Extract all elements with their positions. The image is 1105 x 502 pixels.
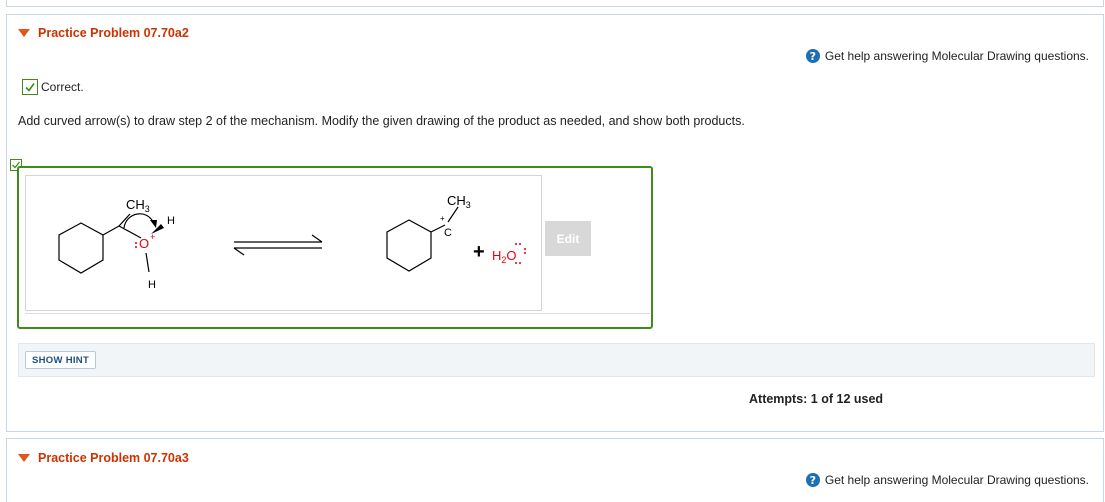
reactant-oxygen-charge: + xyxy=(150,232,155,242)
product-carbon-charge: + xyxy=(440,214,445,223)
reactant-oxygen-label: O xyxy=(139,236,149,251)
help-icon: ? xyxy=(805,49,820,63)
hint-bar: SHOW HINT xyxy=(18,343,1095,377)
question-instructions: Add curved arrow(s) to draw step 2 of th… xyxy=(18,114,745,128)
mechanism-drawing: CH3 O + H H C + CH3 + H2O xyxy=(58,193,526,291)
drawing-canvas[interactable]: CH3 O + H H C + CH3 + H2O xyxy=(25,175,542,311)
previous-panel-edge xyxy=(6,0,1104,7)
help-link[interactable]: ? Get help answering Molecular Drawing q… xyxy=(805,473,1089,487)
equilibrium-forward-head xyxy=(311,234,323,243)
problem-panel-07-70a2: Practice Problem 07.70a2 ? Get help answ… xyxy=(6,14,1104,432)
product-methyl-label: CH3 xyxy=(447,193,471,210)
equilibrium-reverse-head xyxy=(233,247,245,256)
reactant-c-o-bond xyxy=(118,225,142,239)
help-icon: ? xyxy=(805,473,820,487)
attempts-counter: Attempts: 1 of 12 used xyxy=(749,392,884,406)
help-link-text: Get help answering Molecular Drawing que… xyxy=(824,473,1089,487)
product-carbon-label: C xyxy=(444,227,452,239)
problem-title-07-70a3[interactable]: Practice Problem 07.70a3 xyxy=(18,451,189,465)
canvas-divider xyxy=(25,311,650,314)
curved-arrow-head xyxy=(150,220,157,228)
problem-panel-07-70a3: Practice Problem 07.70a3 ? Get help answ… xyxy=(6,438,1104,502)
product-methyl-bond xyxy=(447,206,459,223)
expand-triangle-icon xyxy=(18,454,30,462)
check-icon xyxy=(22,79,38,95)
lone-pair-dot xyxy=(515,243,517,245)
lone-pair-dot xyxy=(515,262,517,264)
show-hint-button[interactable]: SHOW HINT xyxy=(25,351,97,369)
help-link-text: Get help answering Molecular Drawing que… xyxy=(824,49,1089,63)
lone-pair-dot xyxy=(135,242,137,244)
reactant-ring-bond xyxy=(102,225,120,236)
lone-pair-dot xyxy=(135,246,137,248)
reactant-h-bottom-label: H xyxy=(148,279,156,291)
reactant-o-h-bond xyxy=(145,252,150,273)
lone-pair-dot xyxy=(519,262,521,264)
product-ring-bond xyxy=(430,224,446,233)
reactant-cyclohexane-ring xyxy=(58,222,104,274)
problem-title-text: Practice Problem 07.70a3 xyxy=(38,451,189,465)
edit-button[interactable]: Edit xyxy=(545,221,591,256)
lone-pair-dot xyxy=(519,243,521,245)
reactant-wedge-bond xyxy=(151,224,164,234)
correct-status-text: Correct. xyxy=(41,80,84,94)
problem-title-text: Practice Problem 07.70a2 xyxy=(38,26,189,40)
reactant-h-top-label: H xyxy=(167,215,175,227)
reactant-methyl-label: CH3 xyxy=(126,197,150,214)
help-link[interactable]: ? Get help answering Molecular Drawing q… xyxy=(805,49,1089,63)
lone-pair-dot xyxy=(524,248,526,250)
plus-sign: + xyxy=(473,241,485,263)
correct-status: Correct. xyxy=(22,79,84,95)
expand-triangle-icon xyxy=(18,29,30,37)
product-cyclohexane-ring xyxy=(386,219,432,272)
water-label: H2O xyxy=(492,248,517,265)
problem-title-07-70a2[interactable]: Practice Problem 07.70a2 xyxy=(18,26,189,40)
lone-pair-dot xyxy=(524,252,526,254)
